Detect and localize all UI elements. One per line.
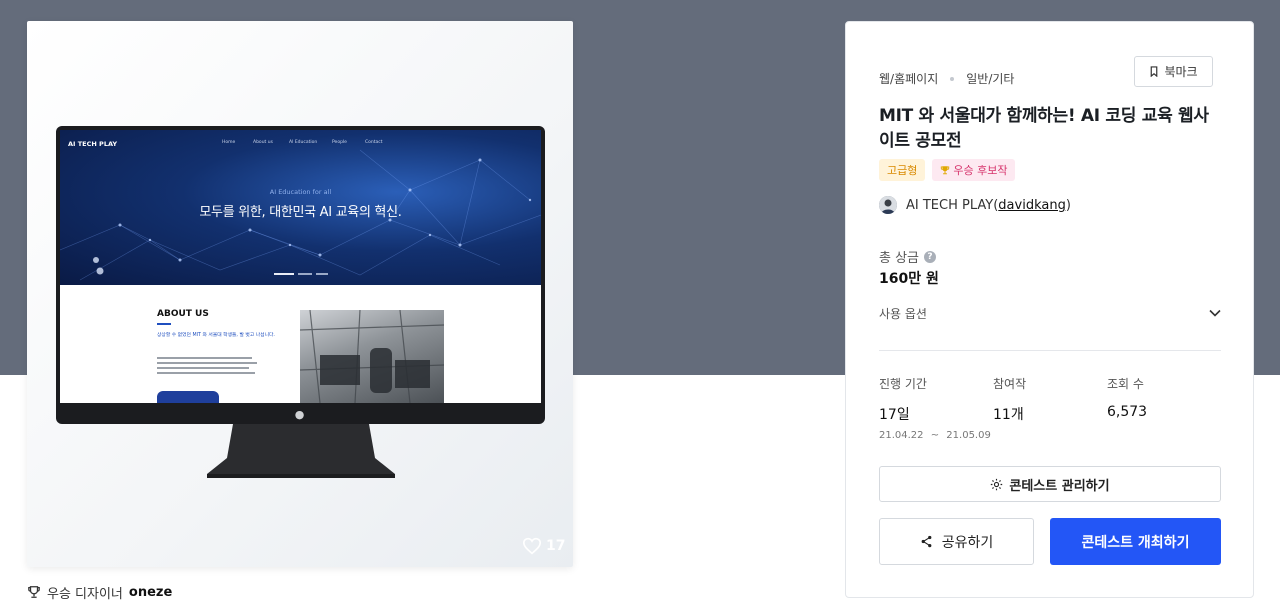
usage-options-label: 사용 옵션 <box>879 306 927 321</box>
gear-icon <box>991 478 1003 490</box>
divider <box>879 350 1221 351</box>
preview-nav-home: Home <box>222 140 236 145</box>
trophy-icon <box>28 586 40 598</box>
like-button[interactable]: 17 <box>522 536 565 556</box>
award-badge: 우승 후보작 <box>932 159 1016 181</box>
preview-nav-education: AI Education <box>289 140 318 145</box>
prize-label-text: 총 상금 <box>879 251 920 266</box>
bookmark-icon <box>1151 66 1158 77</box>
contest-info-panel: 웹/홈페이지 일반/기타 북마크 MIT 와 서울대가 함께하는! AI 코딩 … <box>845 21 1254 598</box>
preview-about-title: ABOUT US <box>157 309 209 319</box>
design-preview-card[interactable]: AI TECH PLAY Home About us AI Education … <box>27 21 573 567</box>
preview-slider-dots <box>274 273 334 276</box>
host-name: AI TECH PLAY <box>906 197 994 213</box>
host-contest-button[interactable]: 콘테스트 개최하기 <box>1050 518 1221 565</box>
preview-text-line <box>157 362 257 364</box>
stat-views-value: 6,573 <box>1107 404 1148 420</box>
trophy-icon <box>941 166 950 175</box>
bookmark-button[interactable]: 북마크 <box>1134 56 1213 87</box>
usage-options-toggle[interactable]: 사용 옵션 <box>879 302 1221 324</box>
stat-duration-dates: 21.04.22 ~ 21.05.09 <box>879 430 991 441</box>
badge-group: 고급형 우승 후보작 <box>879 159 1016 181</box>
designer-name[interactable]: oneze <box>129 585 172 600</box>
preview-site-logo: AI TECH PLAY <box>68 140 118 148</box>
award-badge-label: 우승 후보작 <box>953 164 1008 177</box>
chevron-down-icon <box>1209 309 1221 317</box>
tier-badge: 고급형 <box>879 159 926 181</box>
monitor-mockup: AI TECH PLAY Home About us AI Education … <box>56 126 545 424</box>
help-icon[interactable]: ? <box>924 250 937 263</box>
manage-contest-button[interactable]: 콘테스트 관리하기 <box>879 466 1221 502</box>
apple-logo-icon: ● <box>294 408 305 421</box>
preview-hero-subtitle: AI Education for all <box>269 188 332 196</box>
preview-nav-about: About us <box>253 140 273 145</box>
winning-designer: 우승 디자이너 oneze <box>27 582 172 602</box>
preview-hero: AI TECH PLAY Home About us AI Education … <box>60 130 541 285</box>
preview-text-line <box>157 357 252 359</box>
stat-duration: 진행 기간 17일 21.04.22 ~ 21.05.09 <box>879 375 991 441</box>
breadcrumb-separator <box>950 76 955 81</box>
avatar[interactable] <box>879 196 897 214</box>
preview-about-button <box>157 391 219 403</box>
preview-about-accent <box>157 323 171 325</box>
stat-views-label: 조회 수 <box>1107 377 1144 391</box>
share-button[interactable]: 공유하기 <box>879 518 1034 565</box>
breadcrumb: 웹/홈페이지 일반/기타 <box>879 70 1014 87</box>
stat-participants-value: 11개 <box>993 407 1024 423</box>
monitor-stand <box>207 424 395 478</box>
host-contest-label: 콘테스트 개최하기 <box>1081 534 1190 551</box>
host-author: AI TECH PLAY(davidkang) <box>879 196 1071 214</box>
stat-duration-label: 진행 기간 <box>879 377 927 391</box>
preview-text-line <box>157 372 255 374</box>
preview-about-section: ABOUT US 상상할 수 없었던 MIT 와 서울대 학생들, 발 벗고 나… <box>60 285 541 403</box>
share-icon <box>921 535 932 548</box>
heart-icon <box>522 537 542 555</box>
contest-title: MIT 와 서울대가 함께하는! AI 코딩 교육 웹사이트 공모전 <box>879 106 1209 151</box>
preview-text-line <box>157 367 249 369</box>
host-handle-link[interactable]: davidkang <box>998 198 1066 213</box>
monitor-screen: AI TECH PLAY Home About us AI Education … <box>60 130 541 403</box>
preview-nav-people: People <box>332 140 347 145</box>
share-label: 공유하기 <box>941 534 994 551</box>
preview-site-nav: AI TECH PLAY Home About us AI Education … <box>60 138 541 152</box>
stat-participants: 참여작 11개 <box>993 375 1026 424</box>
manage-contest-label: 콘테스트 관리하기 <box>1009 478 1110 494</box>
prize-label: 총 상금 ? <box>879 247 937 266</box>
preview-hero-title: 모두를 위한, 대한민국 AI 교육의 혁신. <box>199 205 402 220</box>
stat-duration-value: 17일 <box>879 407 910 423</box>
preview-about-lead: 상상할 수 없었던 MIT 와 서울대 학생들, 발 벗고 나섭니다. <box>157 333 275 338</box>
breadcrumb-subcategory[interactable]: 일반/기타 <box>966 70 1014 87</box>
prize-value: 160만 원 <box>879 271 939 287</box>
preview-about-photo <box>300 310 444 403</box>
breadcrumb-category[interactable]: 웹/홈페이지 <box>879 70 938 87</box>
stat-participants-label: 참여작 <box>993 377 1027 391</box>
designer-label: 우승 디자이너 <box>47 586 123 602</box>
bookmark-label: 북마크 <box>1164 65 1198 79</box>
preview-nav-contact: Contact <box>365 140 383 145</box>
like-count: 17 <box>546 538 566 554</box>
stat-views: 조회 수 6,573 <box>1107 375 1147 420</box>
